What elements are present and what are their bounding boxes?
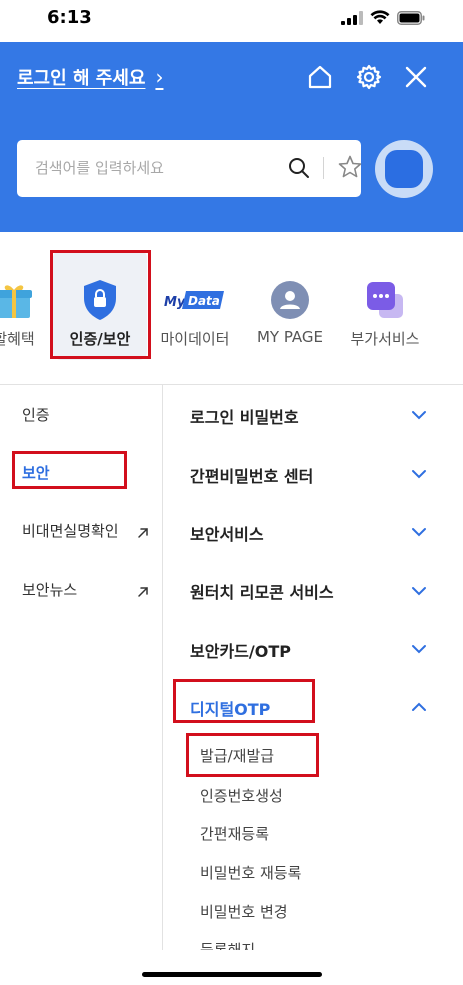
chevron-down-icon[interactable] [411,469,427,479]
avatar-inner [385,150,423,188]
status-icons [341,10,425,25]
left-menu-item-security-news[interactable]: 보안뉴스 [22,579,77,600]
highlight-box-security [12,451,127,489]
external-link-icon [138,528,148,538]
chevron-right-icon: › [155,65,164,89]
chevron-down-icon[interactable] [411,586,427,596]
right-menu-item-security-service[interactable]: 보안서비스 [190,521,440,545]
sub-menu-item-unregister[interactable]: 등록해지 [200,940,255,950]
close-icon[interactable] [401,62,431,92]
category-extra-services[interactable]: 부가서비스 [335,250,435,360]
login-label: 로그인 해 주세요 [17,68,146,89]
category-label: MY PAGE [256,328,324,346]
search-icon[interactable] [287,156,311,180]
divider-vertical [162,385,163,950]
chevron-down-icon[interactable] [411,527,427,537]
sub-menu-item-auth-number-generation[interactable]: 인증번호생성 [200,785,283,806]
right-menu-item-onetouch-remote[interactable]: 원터치 리모콘 서비스 [190,579,440,603]
cellular-signal-icon [341,10,363,25]
chevron-down-icon[interactable] [411,644,427,654]
mydata-logo-icon: My Data [163,278,227,322]
divider-horizontal [0,384,463,385]
search-divider [323,157,324,179]
status-bar: 6:13 [0,0,463,42]
sub-menu-item-simple-reregister[interactable]: 간편재등록 [200,823,269,844]
home-indicator[interactable] [142,972,322,977]
battery-icon [397,10,425,25]
header: 로그인 해 주세요 › [0,42,463,232]
gift-icon [0,278,36,322]
gear-icon[interactable] [354,62,384,92]
search-input[interactable] [35,155,265,181]
category-label: 마이데이터 [160,330,230,348]
left-menu-item-identity-verification[interactable]: 비대면실명확인 [22,520,119,541]
wifi-icon [370,10,390,24]
person-icon [268,278,312,322]
highlight-box-digital-otp [173,679,315,723]
home-icon[interactable] [305,62,335,92]
category-mydata[interactable]: My Data 마이데이터 [145,250,245,360]
sub-menu-item-password-change[interactable]: 비밀번호 변경 [200,901,288,922]
sub-menu-item-password-reregister[interactable]: 비밀번호 재등록 [200,862,301,883]
highlight-box-category [50,250,151,359]
highlight-box-issue-reissue [186,733,319,777]
right-menu-item-simple-password-center[interactable]: 간편비밀번호 센터 [190,463,440,487]
category-mypage[interactable]: MY PAGE [240,250,340,360]
right-menu-item-security-card-otp[interactable]: 보안카드/OTP [190,638,440,662]
mydata-logo-data: Data [188,294,220,308]
avatar[interactable] [375,140,433,198]
category-label: 부가서비스 [350,330,420,348]
external-link-icon [138,587,148,597]
star-icon[interactable] [337,154,363,180]
chevron-down-icon[interactable] [411,410,427,420]
category-row: 할혜택 인증/보안 My Data 마이데이터 MY PAGE 부가서비스 [0,232,463,384]
search-box [17,140,363,197]
login-link[interactable]: 로그인 해 주세요 › [17,64,163,90]
status-time: 6:13 [47,7,92,28]
left-menu-item-auth[interactable]: 인증 [22,404,50,425]
right-menu-item-login-password[interactable]: 로그인 비밀번호 [190,404,440,428]
chevron-up-icon[interactable] [411,702,427,712]
more-services-icon [363,278,407,322]
